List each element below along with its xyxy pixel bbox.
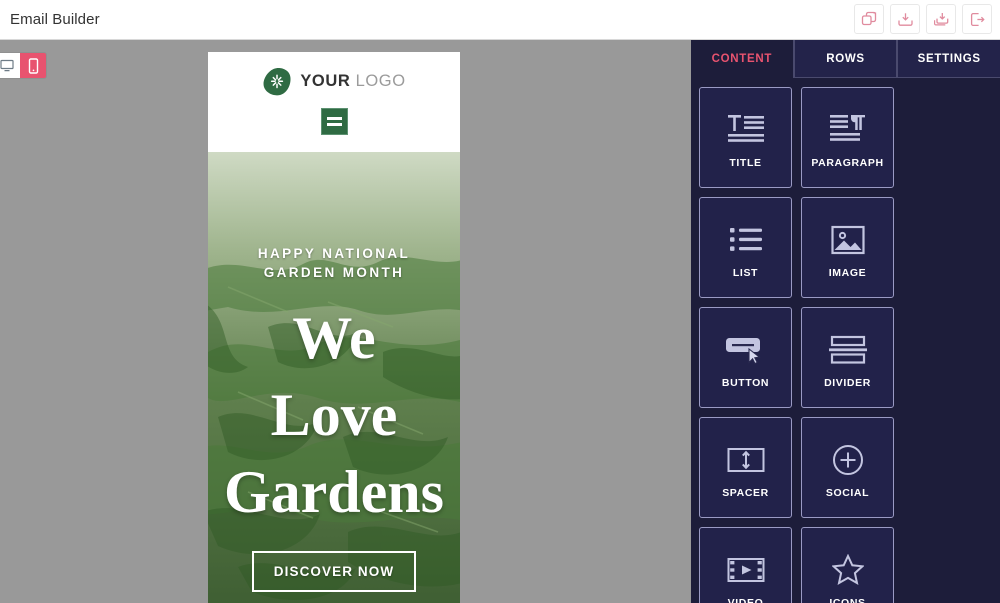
mobile-icon [28, 57, 38, 74]
social-icon [832, 437, 864, 483]
email-preview-frame[interactable]: YOUR LOGO HAPPY NATIONAL GARDEN MONTH We… [208, 52, 460, 603]
exit-button[interactable] [962, 4, 992, 34]
content-tile-label: LIST [732, 266, 759, 279]
hero-kicker: HAPPY NATIONAL GARDEN MONTH [258, 244, 410, 282]
content-tile-label: VIDEO [727, 596, 764, 603]
divider-icon [828, 327, 867, 373]
content-tile-label: IMAGE [828, 266, 867, 279]
content-tile-spacer[interactable]: SPACER [699, 417, 792, 518]
save-button[interactable] [890, 4, 920, 34]
email-builder-app: Email Builder YOUR LOGO HAPPY NATIONAL G… [0, 0, 1000, 603]
content-tile-list[interactable]: LIST [699, 197, 792, 298]
email-logo-block[interactable]: YOUR LOGO [208, 52, 460, 152]
logo-mark-icon [262, 67, 292, 96]
duplicate-button[interactable] [854, 4, 884, 34]
save-icon [897, 12, 913, 26]
hero-cta-button[interactable]: DISCOVER NOW [251, 551, 417, 592]
builder-side-panel: CONTENT ROWS SETTINGS TITLE PARAGRAPH LI… [691, 40, 1000, 603]
tab-settings[interactable]: SETTINGS [897, 40, 1000, 78]
logo-text-strong: YOUR [300, 72, 351, 90]
hero-headline-line-3: Gardens [223, 459, 445, 525]
star-icon [831, 547, 864, 593]
page-title: Email Builder [10, 11, 100, 28]
video-icon [727, 547, 765, 593]
content-tile-label: TITLE [729, 156, 762, 169]
desktop-icon [0, 59, 14, 72]
device-toggle-desktop[interactable] [0, 53, 20, 78]
logo-text-light: LOGO [355, 72, 406, 90]
hero-kicker-line-1: HAPPY NATIONAL [257, 246, 411, 261]
content-tile-label: SPACER [722, 486, 769, 499]
content-tile-paragraph[interactable]: PARAGRAPH [801, 87, 894, 188]
list-icon [729, 217, 763, 263]
content-block-grid: TITLE PARAGRAPH LIST IMAGE BUTTON DIVIDE… [691, 78, 1000, 603]
content-tile-video[interactable]: VIDEO [699, 527, 792, 603]
content-tile-image[interactable]: IMAGE [801, 197, 894, 298]
hero-headline-line-2: Love [270, 382, 398, 448]
title-icon [726, 107, 766, 153]
exit-icon [970, 12, 985, 26]
content-tile-label: BUTTON [721, 376, 770, 389]
content-tile-label: PARAGRAPH [811, 156, 884, 169]
logo: YOUR LOGO [262, 67, 405, 96]
content-tile-title[interactable]: TITLE [699, 87, 792, 188]
email-canvas[interactable]: YOUR LOGO HAPPY NATIONAL GARDEN MONTH We… [0, 40, 691, 603]
tab-content[interactable]: CONTENT [691, 40, 794, 78]
image-icon [830, 217, 865, 263]
panel-tabs: CONTENT ROWS SETTINGS [691, 40, 1000, 78]
email-menu-button[interactable] [320, 108, 348, 135]
content-tile-social[interactable]: SOCIAL [801, 417, 894, 518]
content-tile-button[interactable]: BUTTON [699, 307, 792, 408]
header-actions [854, 4, 992, 34]
hero-headline: We Love Gardens [224, 300, 444, 531]
menu-line [326, 123, 342, 126]
content-tile-divider[interactable]: DIVIDER [801, 307, 894, 408]
save-as-button[interactable] [926, 4, 956, 34]
menu-line [326, 117, 342, 120]
logo-text: YOUR LOGO [300, 72, 405, 91]
hero-headline-line-1: We [292, 305, 376, 371]
spacer-icon [727, 437, 765, 483]
content-tile-icons[interactable]: ICONS [801, 527, 894, 603]
duplicate-icon [861, 11, 876, 25]
hero-content: HAPPY NATIONAL GARDEN MONTH We Love Gard… [208, 152, 460, 603]
content-tile-label: ICONS [829, 596, 866, 603]
content-tile-label: SOCIAL [825, 486, 870, 499]
tab-rows[interactable]: ROWS [793, 40, 898, 78]
content-tile-label: DIVIDER [824, 376, 871, 389]
app-header: Email Builder [0, 0, 1000, 40]
email-hero-block[interactable]: HAPPY NATIONAL GARDEN MONTH We Love Gard… [208, 152, 460, 603]
button-icon [725, 327, 767, 373]
device-toggle-mobile[interactable] [20, 53, 46, 78]
hero-kicker-line-2: GARDEN MONTH [263, 265, 405, 280]
save-as-icon [933, 12, 948, 25]
device-toggle [0, 53, 46, 78]
paragraph-icon [828, 107, 868, 153]
